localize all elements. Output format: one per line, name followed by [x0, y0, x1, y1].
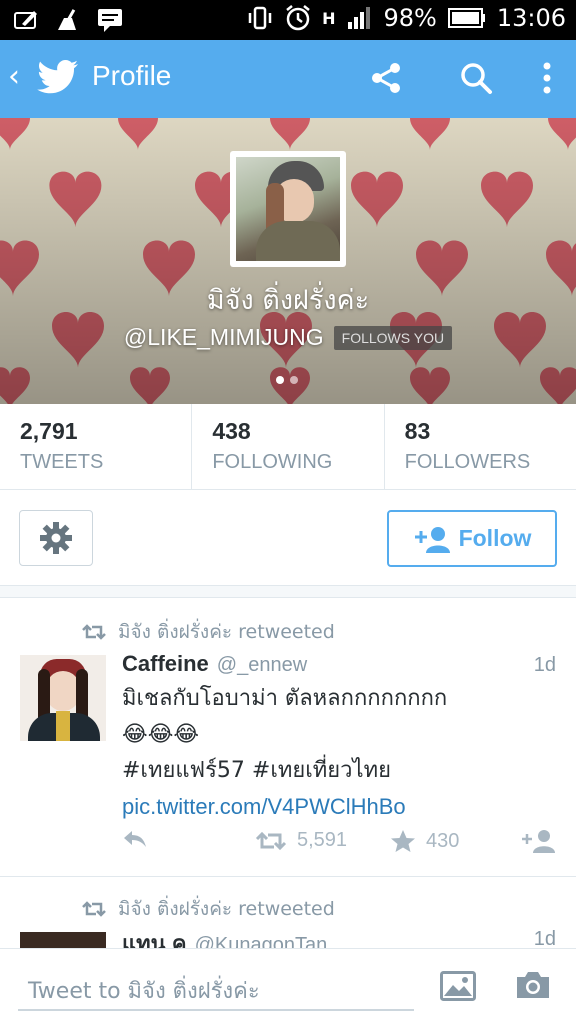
tweet-emoji: 😂😂😂	[122, 722, 200, 747]
tweet-author-avatar[interactable]	[20, 655, 106, 741]
page-dot-2	[290, 376, 298, 384]
settings-button[interactable]	[19, 510, 93, 566]
tweet-actions: 5,591 430	[0, 829, 576, 863]
tweet-body: มิเชลกับโอบาม่า ตัลหลกกกกกกกก 😂😂😂 #เทยแฟ…	[122, 681, 552, 825]
image-icon[interactable]	[440, 971, 476, 1001]
stat-followers[interactable]: 83 FOLLOWERS	[385, 404, 576, 489]
battery-icon	[447, 8, 485, 28]
avatar-photo	[236, 157, 340, 261]
profile-stats: 2,791 TWEETS 438 FOLLOWING 83 FOLLOWERS	[0, 404, 576, 490]
page-title: Profile	[92, 60, 172, 91]
profile-display-name: มิจัง ติ่งฝรั่งค่ะ	[206, 285, 370, 316]
share-icon[interactable]	[368, 60, 404, 96]
clock: 13:06	[496, 4, 566, 32]
reply-icon	[124, 831, 146, 847]
edit-icon	[14, 11, 37, 29]
add-user-icon	[522, 830, 555, 853]
clean-icon	[58, 9, 76, 30]
network-type: H	[322, 8, 336, 28]
camera-icon[interactable]	[514, 969, 552, 1001]
tweet-author-name[interactable]: แทน ค	[122, 926, 187, 948]
profile-handle-row: @LIKE_MIMIJUNG FOLLOWS YOU	[0, 324, 576, 351]
tweet-header: Caffeine @_ennew	[122, 651, 307, 677]
profile-avatar[interactable]	[230, 151, 346, 267]
favorite-count: 430	[426, 829, 460, 852]
tweet-hashtags[interactable]: #เทยแฟร์57 #เทยเที่ยวไทย	[122, 753, 552, 789]
stat-tweets-label: TWEETS	[20, 451, 104, 473]
twitter-bird-icon[interactable]	[36, 58, 80, 98]
tweet-author-avatar[interactable]	[20, 932, 106, 948]
add-user-icon	[414, 526, 450, 553]
search-icon[interactable]	[458, 60, 494, 96]
favorite-button[interactable]: 430	[390, 829, 459, 853]
stat-followers-label: FOLLOWERS	[404, 451, 531, 473]
stat-following-label: FOLLOWING	[212, 451, 333, 473]
tweet-item[interactable]: มิจัง ติ่งฝรั่งค่ะ retweeted แทน ค @Kuna…	[0, 878, 576, 948]
retweet-button[interactable]: 5,591	[255, 829, 347, 852]
stat-tweets[interactable]: 2,791 TWEETS	[0, 404, 193, 489]
profile-actions: Follow	[0, 490, 576, 586]
retweet-icon	[82, 624, 106, 640]
tweet-item[interactable]: มิจัง ติ่งฝรั่งค่ะ retweeted Caffeine @_…	[0, 599, 576, 877]
signal-icon	[348, 7, 371, 29]
tweet-input[interactable]: Tweet to มิจัง ติ่งฝรั่งค่ะ	[18, 967, 414, 1011]
tweet-composer: Tweet to มิจัง ติ่งฝรั่งค่ะ	[0, 948, 576, 1024]
follows-you-badge: FOLLOWS YOU	[333, 325, 453, 350]
retweet-context: มิจัง ติ่งฝรั่งค่ะ retweeted	[82, 617, 335, 647]
battery-percent: 98%	[383, 4, 437, 32]
message-icon	[98, 9, 122, 32]
follow-button[interactable]: Follow	[387, 510, 557, 567]
tweet-header: แทน ค @KunagonTan	[122, 926, 327, 948]
tweet-author-handle[interactable]: @KunagonTan	[195, 934, 328, 948]
page-dot-1	[276, 376, 284, 384]
retweet-icon	[255, 831, 287, 850]
vibrate-icon	[248, 6, 272, 30]
profile-handle: @LIKE_MIMIJUNG	[123, 324, 324, 350]
action-bar: ‹ Profile	[0, 40, 576, 118]
star-icon	[391, 830, 415, 852]
tweet-timestamp: 1d	[533, 928, 556, 948]
follow-author-button[interactable]	[520, 829, 556, 853]
back-chevron-icon[interactable]: ‹	[8, 62, 20, 92]
stat-followers-value: 83	[404, 418, 431, 444]
follow-button-label: Follow	[458, 525, 532, 551]
status-bar: H 98% 13:06	[0, 0, 576, 40]
tweet-author-handle[interactable]: @_ennew	[217, 654, 307, 677]
stat-following-value: 438	[212, 418, 251, 444]
banner-page-indicator	[276, 376, 298, 384]
tweet-text-line: มิเชลกับโอบาม่า ตัลหลกกกกกกกก	[122, 686, 448, 711]
tweet-media-link[interactable]: pic.twitter.com/V4PWClHhBo	[122, 789, 552, 825]
overflow-menu-icon[interactable]	[532, 60, 562, 96]
reply-button[interactable]	[122, 829, 148, 849]
gear-icon	[40, 522, 72, 554]
retweet-context-text: มิจัง ติ่งฝรั่งค่ะ retweeted	[118, 621, 335, 643]
stat-tweets-value: 2,791	[20, 418, 78, 444]
alarm-icon	[286, 5, 310, 31]
tweet-timestamp: 1d	[533, 654, 556, 676]
retweet-context: มิจัง ติ่งฝรั่งค่ะ retweeted	[82, 894, 335, 924]
tweet-author-name[interactable]: Caffeine	[122, 651, 209, 677]
stat-following[interactable]: 438 FOLLOWING	[192, 404, 385, 489]
profile-banner: มิจัง ติ่งฝรั่งค่ะ @LIKE_MIMIJUNG FOLLOW…	[0, 118, 576, 404]
retweet-count: 5,591	[297, 829, 348, 851]
retweet-context-text: มิจัง ติ่งฝรั่งค่ะ retweeted	[118, 898, 335, 920]
section-separator	[0, 586, 576, 598]
retweet-icon	[82, 901, 106, 917]
